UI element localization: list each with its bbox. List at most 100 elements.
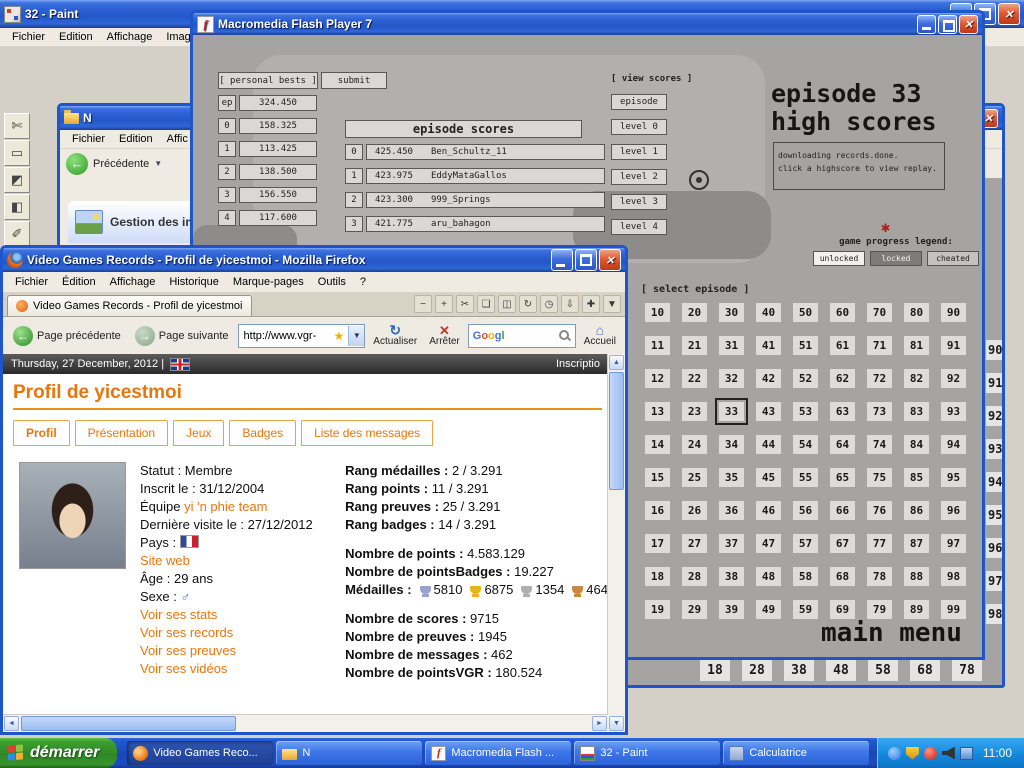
episode-cell-38[interactable]: 38: [719, 567, 744, 586]
firefox-menu-[interactable]: ?: [354, 275, 372, 289]
tray-alert-icon[interactable]: [924, 747, 937, 760]
scroll-right-icon[interactable]: ►: [592, 716, 607, 731]
back-button-label[interactable]: Précédente: [93, 158, 149, 170]
episode-cell-90[interactable]: 90: [986, 340, 1002, 360]
stop-button[interactable]: Arrêter: [425, 325, 464, 347]
episode-cell-64[interactable]: 64: [830, 435, 855, 454]
episode-cell-40[interactable]: 40: [756, 303, 781, 322]
episode-cell-26[interactable]: 26: [682, 501, 707, 520]
episode-cell-73[interactable]: 73: [867, 402, 892, 421]
profile-tab-jeux[interactable]: Jeux: [173, 420, 224, 446]
episode-cell-98[interactable]: 98: [941, 567, 966, 586]
episode-cell-51[interactable]: 51: [793, 336, 818, 355]
episode-cell-92[interactable]: 92: [941, 369, 966, 388]
episode-cell-15[interactable]: 15: [645, 468, 670, 487]
episode-cell-61[interactable]: 61: [830, 336, 855, 355]
episode-cell-20[interactable]: 20: [682, 303, 707, 322]
episode-score-row[interactable]: 2423.300999_Springs: [345, 192, 605, 208]
episode-cell-54[interactable]: 54: [793, 435, 818, 454]
view-button-level-4[interactable]: level 4: [611, 219, 667, 235]
episode-cell-36[interactable]: 36: [719, 501, 744, 520]
horizontal-scrollbar[interactable]: ◄ ►: [3, 714, 608, 732]
taskbar-task-32-paint[interactable]: 32 - Paint: [574, 741, 720, 765]
explorer-menu-fichier[interactable]: Fichier: [66, 132, 111, 146]
episode-cell-38[interactable]: 38: [784, 659, 814, 681]
episode-cell-55[interactable]: 55: [793, 468, 818, 487]
episode-cell-72[interactable]: 72: [867, 369, 892, 388]
view-button-level-1[interactable]: level 1: [611, 144, 667, 160]
episode-cell-68[interactable]: 68: [830, 567, 855, 586]
view-button-level-3[interactable]: level 3: [611, 194, 667, 210]
episode-cell-43[interactable]: 43: [756, 402, 781, 421]
profile-tab-profil[interactable]: Profil: [13, 420, 70, 446]
url-bar[interactable]: http://www.vgr- ▼: [238, 324, 366, 348]
profile-link-yi-n-phie-team[interactable]: yi 'n phie team: [184, 499, 267, 514]
episode-cell-58[interactable]: 58: [868, 659, 898, 681]
episode-score-row[interactable]: 3421.775aru_bahagon: [345, 216, 605, 232]
episode-cell-97[interactable]: 97: [986, 571, 1002, 591]
main-menu-button[interactable]: main menu: [821, 618, 962, 648]
tool-select-icon[interactable]: ▭: [4, 140, 30, 166]
zoom-in-icon[interactable]: +: [435, 295, 453, 313]
episode-cell-75[interactable]: 75: [867, 468, 892, 487]
episode-cell-21[interactable]: 21: [682, 336, 707, 355]
list-tabs-icon[interactable]: ▼: [603, 295, 621, 313]
explorer-menu-edition[interactable]: Edition: [113, 132, 159, 146]
episode-cell-34[interactable]: 34: [719, 435, 744, 454]
episode-cell-79[interactable]: 79: [867, 600, 892, 619]
episode-score-box[interactable]: 423.975EddyMataGallos: [366, 168, 605, 184]
episode-score-box[interactable]: 421.775aru_bahagon: [366, 216, 605, 232]
profile-link-voir-ses-vid-os[interactable]: Voir ses vidéos: [140, 661, 227, 676]
episode-cell-39[interactable]: 39: [719, 600, 744, 619]
episode-cell-30[interactable]: 30: [719, 303, 744, 322]
episode-cell-93[interactable]: 93: [941, 402, 966, 421]
paint-menu-fichier[interactable]: Fichier: [6, 30, 51, 44]
episode-cell-25[interactable]: 25: [682, 468, 707, 487]
download-icon[interactable]: ⇩: [561, 295, 579, 313]
paint-menu-edition[interactable]: Edition: [53, 30, 99, 44]
close-button[interactable]: [998, 3, 1020, 25]
profile-link-voir-ses-stats[interactable]: Voir ses stats: [140, 607, 217, 622]
episode-cell-13[interactable]: 13: [645, 402, 670, 421]
profile-link-site-web[interactable]: Site web: [140, 553, 190, 568]
episode-cell-83[interactable]: 83: [904, 402, 929, 421]
episode-cell-17[interactable]: 17: [645, 534, 670, 553]
uk-flag-icon[interactable]: [170, 358, 190, 371]
search-icon[interactable]: [559, 330, 571, 342]
bookmark-star-icon[interactable]: [334, 329, 345, 343]
reload-icon[interactable]: ↻: [519, 295, 537, 313]
episode-cell-93[interactable]: 93: [986, 439, 1002, 459]
episode-cell-62[interactable]: 62: [830, 369, 855, 388]
episode-cell-81[interactable]: 81: [904, 336, 929, 355]
episode-cell-41[interactable]: 41: [756, 336, 781, 355]
episode-cell-47[interactable]: 47: [756, 534, 781, 553]
close-button[interactable]: [959, 15, 978, 34]
episode-cell-45[interactable]: 45: [756, 468, 781, 487]
episode-cell-78[interactable]: 78: [952, 659, 982, 681]
episode-score-row[interactable]: 1423.975EddyMataGallos: [345, 168, 605, 184]
taskbar-task-macromedia-flash[interactable]: fMacromedia Flash ...: [425, 741, 571, 765]
restore-button[interactable]: [575, 249, 597, 271]
firefox-menu-marque-pages[interactable]: Marque-pages: [227, 275, 310, 289]
search-box[interactable]: Googl: [468, 324, 576, 348]
episode-cell-74[interactable]: 74: [867, 435, 892, 454]
tray-messenger-icon[interactable]: [888, 747, 901, 760]
episode-cell-85[interactable]: 85: [904, 468, 929, 487]
episode-cell-71[interactable]: 71: [867, 336, 892, 355]
taskbar-task-calculatrice[interactable]: Calculatrice: [723, 741, 869, 765]
tool-free-select-icon[interactable]: ✄: [4, 113, 30, 139]
episode-cell-59[interactable]: 59: [793, 600, 818, 619]
episode-cell-76[interactable]: 76: [867, 501, 892, 520]
maximize-button[interactable]: [938, 15, 957, 34]
tray-shield-icon[interactable]: [906, 747, 919, 760]
episode-cell-32[interactable]: 32: [719, 369, 744, 388]
url-text[interactable]: http://www.vgr-: [244, 330, 330, 342]
episode-cell-37[interactable]: 37: [719, 534, 744, 553]
episode-cell-95[interactable]: 95: [986, 505, 1002, 525]
episode-cell-91[interactable]: 91: [941, 336, 966, 355]
episode-cell-56[interactable]: 56: [793, 501, 818, 520]
home-button[interactable]: Accueil: [580, 325, 620, 347]
submit-button[interactable]: submit: [321, 72, 387, 89]
episode-cell-63[interactable]: 63: [830, 402, 855, 421]
episode-score-box[interactable]: 423.300999_Springs: [366, 192, 605, 208]
